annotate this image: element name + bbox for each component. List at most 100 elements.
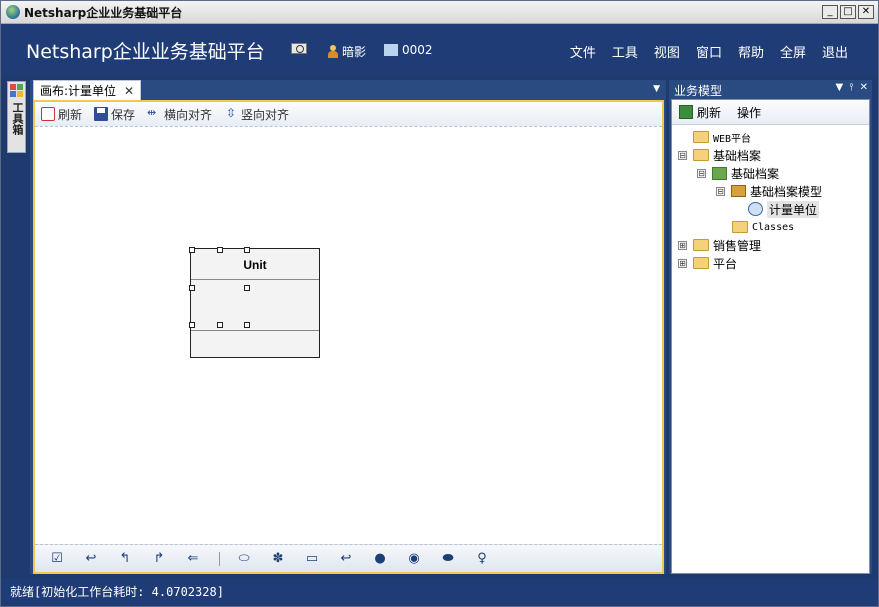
current-user[interactable]: 暗影 (327, 43, 366, 60)
panel-body: 刷新 操作 WEB平台 ⊟ 基础档案 ⊟ 基础档案 ⊟ 基础档案模型 计量单位 … (671, 99, 870, 574)
tree-node-platform[interactable]: ⊞ 平台 (672, 254, 869, 272)
ellipse-tool-icon[interactable]: ⬭ (232, 550, 256, 568)
tree-node-web-platform[interactable]: WEB平台 (672, 128, 869, 146)
model-icon (731, 185, 746, 197)
tab-canvas-unit[interactable]: 画布:计量单位 ✕ (33, 80, 142, 100)
association-tool-icon[interactable]: ↩ (79, 550, 103, 568)
resize-handle[interactable] (189, 247, 195, 253)
radio-tool-icon[interactable]: ◉ (402, 550, 426, 568)
status-bar: 就绪[初始化工作台耗时: 4.0702328] (1, 578, 878, 606)
panel-pin-icon[interactable]: ⫯ (849, 82, 853, 93)
maximize-button[interactable]: □ (840, 5, 856, 19)
tree-refresh-button[interactable]: 刷新 (697, 104, 721, 121)
rectangle-tool-icon[interactable]: ▭ (300, 550, 324, 568)
collapse-icon[interactable]: ⊟ (678, 150, 687, 160)
resize-handle[interactable] (189, 285, 195, 291)
brand-title: Netsharp企业业务基础平台 (26, 41, 265, 63)
tree-node-unit[interactable]: 计量单位 (672, 200, 869, 218)
folder-icon (693, 149, 709, 161)
save-label: 保存 (111, 107, 136, 122)
entity-divider (191, 279, 319, 280)
tree-node-label: 基础档案 (713, 148, 762, 163)
vertical-align-label: 竖向对齐 (241, 107, 290, 122)
menu-file[interactable]: 文件 (570, 42, 596, 61)
refresh-button[interactable]: 刷新 (41, 106, 82, 123)
tree-node-basic-files[interactable]: ⊟ 基础档案 (672, 146, 869, 164)
canvas-panel: 刷新 保存 横向对齐 竖向对齐 Unit (33, 100, 664, 574)
resize-handle[interactable] (244, 322, 250, 328)
point-tool-icon[interactable]: ● (368, 550, 392, 568)
tab-dropdown-icon[interactable]: ▼ (653, 84, 660, 94)
close-button[interactable]: ✕ (858, 5, 874, 19)
refresh-icon (41, 107, 55, 121)
menu-window[interactable]: 窗口 (696, 42, 722, 61)
menu-tools[interactable]: 工具 (612, 42, 638, 61)
tree-node-basic-files-model[interactable]: ⊟ 基础档案模型 (672, 182, 869, 200)
expand-icon[interactable]: ⊞ (678, 240, 687, 250)
actor-tool-icon[interactable]: ♀ (470, 550, 494, 568)
expand-icon[interactable]: ⊞ (678, 258, 687, 268)
resize-handle[interactable] (244, 285, 250, 291)
aggregation-tool-icon[interactable]: ↰ (113, 550, 137, 568)
tree-node-basic-files-module[interactable]: ⊟ 基础档案 (672, 164, 869, 182)
document-area: 画布:计量单位 ✕ ▼ 刷新 保存 横向对齐 竖向 (30, 80, 666, 574)
camera-icon[interactable] (291, 43, 307, 54)
resize-handle[interactable] (217, 322, 223, 328)
resize-handle[interactable] (217, 247, 223, 253)
menu-help[interactable]: 帮助 (738, 42, 764, 61)
vertical-align-button[interactable]: 竖向对齐 (224, 106, 289, 123)
tree-node-sales[interactable]: ⊞ 销售管理 (672, 236, 869, 254)
refresh-label: 刷新 (58, 107, 83, 122)
oval-tool-icon[interactable]: ⬬ (436, 550, 460, 568)
link-tool-icon[interactable]: ↩ (334, 550, 358, 568)
toolbox-strip[interactable]: 工具箱 (7, 81, 26, 153)
horizontal-align-icon (147, 106, 161, 121)
user-name: 暗影 (342, 45, 367, 59)
panel-toolbar: 刷新 操作 (672, 100, 869, 125)
app-header: Netsharp企业业务基础平台 暗影 0002 文件 工具 视图 窗口 帮助 … (1, 25, 878, 75)
folder-icon (693, 239, 709, 251)
tree-node-label: 基础档案 (731, 166, 780, 181)
tree-node-classes[interactable]: Classes (672, 218, 869, 236)
collapse-icon[interactable]: ⊟ (716, 186, 725, 196)
collapse-icon[interactable]: ⊟ (697, 168, 706, 178)
minimize-button[interactable]: _ (822, 5, 838, 19)
business-model-panel: 业务模型 ▼ ⫯ ✕ 刷新 操作 WEB平台 ⊟ 基础档案 ⊟ 基础档案 ⊟ 基… (669, 80, 872, 574)
save-icon (94, 107, 109, 121)
workstation-info[interactable]: 0002 (384, 43, 433, 57)
tree-node-label: 销售管理 (713, 238, 762, 253)
entity-icon (748, 202, 763, 216)
tree-actions-button[interactable]: 操作 (737, 104, 761, 121)
entity-unit-shape[interactable]: Unit (189, 247, 320, 358)
tree-node-label: 基础档案模型 (750, 184, 823, 199)
window-controls: _ □ ✕ (822, 5, 874, 19)
menu-exit[interactable]: 退出 (822, 42, 848, 61)
inheritance-tool-icon[interactable]: ⇐ (181, 550, 205, 568)
folder-icon (693, 257, 709, 269)
module-icon (712, 166, 727, 180)
model-tree: WEB平台 ⊟ 基础档案 ⊟ 基础档案 ⊟ 基础档案模型 计量单位 Classe… (672, 125, 869, 272)
panel-controls: ▼ ⫯ ✕ (836, 82, 868, 93)
toolbar-separator (219, 551, 220, 566)
save-button[interactable]: 保存 (94, 106, 135, 123)
horizontal-align-button[interactable]: 横向对齐 (147, 106, 212, 123)
close-tab-icon[interactable]: ✕ (124, 84, 134, 98)
screenshot-tool[interactable] (291, 43, 307, 54)
select-tool-icon[interactable]: ☑ (45, 550, 69, 568)
folder-icon (732, 221, 748, 233)
workstation-id: 0002 (402, 43, 433, 57)
user-icon (327, 45, 338, 58)
panel-close-icon[interactable]: ✕ (860, 82, 868, 93)
component-tool-icon[interactable]: ✽ (266, 550, 290, 568)
main-menu: 文件 工具 视图 窗口 帮助 全屏 退出 (554, 42, 848, 61)
status-text: 就绪[初始化工作台耗时: 4.0702328] (10, 585, 224, 599)
resize-handle[interactable] (244, 247, 250, 253)
resize-handle[interactable] (189, 322, 195, 328)
menu-fullscreen[interactable]: 全屏 (780, 42, 806, 61)
tab-label: 画布:计量单位 (40, 84, 117, 98)
menu-view[interactable]: 视图 (654, 42, 680, 61)
panel-dropdown-icon[interactable]: ▼ (836, 82, 844, 93)
entity-name: Unit (243, 258, 267, 272)
composition-tool-icon[interactable]: ↱ (147, 550, 171, 568)
monitor-icon (384, 44, 398, 56)
